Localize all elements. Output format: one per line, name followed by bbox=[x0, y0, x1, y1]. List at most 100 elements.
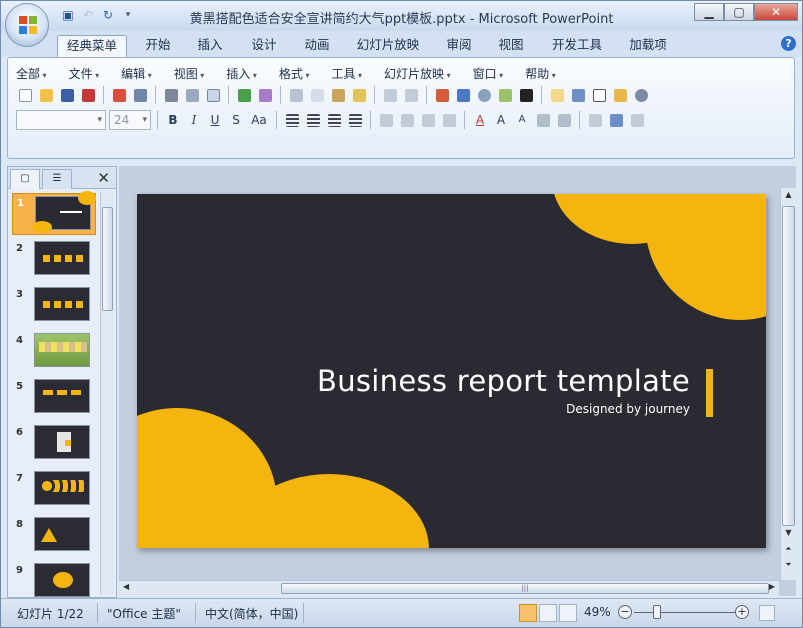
maximize-button[interactable]: ▢ bbox=[724, 3, 754, 21]
next-slide-icon[interactable]: ⏷ bbox=[782, 560, 795, 574]
zoom-out-icon[interactable]: − bbox=[618, 605, 632, 619]
font-size-combo[interactable]: 24 bbox=[109, 110, 151, 130]
slide-thumbnail-9[interactable]: 9 bbox=[12, 561, 96, 597]
menu-file[interactable]: 文件 bbox=[69, 65, 100, 82]
tab-home[interactable]: 开始 bbox=[139, 35, 177, 57]
slide-thumbnail-4[interactable]: 4 bbox=[12, 331, 96, 373]
menu-all[interactable]: 全部 bbox=[16, 65, 47, 82]
layout-icon[interactable] bbox=[569, 86, 587, 104]
slide-title[interactable]: Business report template bbox=[317, 364, 690, 398]
close-button[interactable]: ✕ bbox=[754, 3, 798, 21]
scroll-down-icon[interactable]: ▼ bbox=[782, 528, 795, 542]
previous-slide-icon[interactable]: ⏶ bbox=[782, 544, 795, 558]
attach-icon[interactable] bbox=[131, 86, 149, 104]
tab-animation[interactable]: 动画 bbox=[298, 35, 336, 57]
save-as-pdf-icon[interactable] bbox=[79, 86, 97, 104]
zoom-slider-handle[interactable] bbox=[653, 605, 661, 619]
cut-icon[interactable] bbox=[287, 86, 305, 104]
tab-review[interactable]: 审阅 bbox=[440, 35, 478, 57]
slide-thumbnail-1[interactable]: 1 bbox=[12, 191, 96, 235]
save-icon[interactable] bbox=[58, 86, 76, 104]
research-icon[interactable] bbox=[256, 86, 274, 104]
tab-addins[interactable]: 加载项 bbox=[623, 35, 673, 57]
italic-button[interactable]: I bbox=[185, 111, 203, 129]
font-color-button[interactable]: A bbox=[471, 111, 489, 129]
menu-tools[interactable]: 工具 bbox=[331, 65, 362, 82]
chart-icon[interactable] bbox=[433, 86, 451, 104]
justify-icon[interactable] bbox=[346, 111, 364, 129]
slide-thumbnail-8[interactable]: 8 bbox=[12, 515, 96, 557]
shapes-icon[interactable] bbox=[607, 111, 625, 129]
menu-insert[interactable]: 插入 bbox=[226, 65, 257, 82]
format-painter-icon[interactable] bbox=[350, 86, 368, 104]
numbering-icon[interactable] bbox=[419, 111, 437, 129]
new-slide-icon[interactable] bbox=[548, 86, 566, 104]
menu-format[interactable]: 格式 bbox=[279, 65, 310, 82]
slide-horizontal-scrollbar[interactable]: ◀ ||| ▶ bbox=[119, 580, 779, 596]
zoom-level[interactable]: 49% bbox=[584, 605, 611, 619]
align-left-icon[interactable] bbox=[283, 111, 301, 129]
find-icon[interactable] bbox=[632, 86, 650, 104]
scroll-left-icon[interactable]: ◀ bbox=[123, 582, 129, 591]
undo-icon[interactable] bbox=[381, 86, 399, 104]
slide-icon[interactable] bbox=[204, 86, 222, 104]
outline-tab[interactable]: ☰ bbox=[42, 169, 72, 189]
scrollbar-thumb[interactable]: ||| bbox=[281, 583, 769, 594]
align-center-icon[interactable] bbox=[304, 111, 322, 129]
folder-icon[interactable] bbox=[611, 86, 629, 104]
slideshow-button[interactable] bbox=[559, 604, 577, 622]
copy-icon[interactable] bbox=[308, 86, 326, 104]
slide-sorter-button[interactable] bbox=[539, 604, 557, 622]
spelling-icon[interactable] bbox=[235, 86, 253, 104]
hyperlink-icon[interactable] bbox=[475, 86, 493, 104]
slide-thumbnail-2[interactable]: 2 bbox=[12, 239, 96, 281]
slide-thumbnail-3[interactable]: 3 bbox=[12, 285, 96, 327]
decrease-indent-icon[interactable] bbox=[534, 111, 552, 129]
current-slide[interactable]: Business report template Designed by jou… bbox=[137, 194, 766, 548]
paste-icon[interactable] bbox=[329, 86, 347, 104]
slide-thumbnail-7[interactable]: 7 bbox=[12, 469, 96, 511]
print-icon[interactable] bbox=[162, 86, 180, 104]
scrollbar-thumb[interactable] bbox=[782, 206, 795, 526]
slide-vertical-scrollbar[interactable]: ▲ ▼ ⏶ ⏷ bbox=[780, 188, 796, 580]
open-icon[interactable] bbox=[37, 86, 55, 104]
menu-slideshow[interactable]: 幻灯片放映 bbox=[384, 65, 451, 82]
menu-window[interactable]: 窗口 bbox=[473, 65, 504, 82]
scroll-right-icon[interactable]: ▶ bbox=[769, 582, 775, 591]
textbox-icon[interactable] bbox=[590, 86, 608, 104]
color-grayscale-icon[interactable] bbox=[517, 86, 535, 104]
menu-edit[interactable]: 编辑 bbox=[121, 65, 152, 82]
tab-design[interactable]: 设计 bbox=[245, 35, 283, 57]
slide-subtitle[interactable]: Designed by journey bbox=[566, 402, 690, 416]
scrollbar-thumb[interactable] bbox=[102, 207, 113, 311]
zoom-in-icon[interactable]: + bbox=[735, 605, 749, 619]
minimize-button[interactable]: ▁ bbox=[694, 3, 724, 21]
permission-icon[interactable] bbox=[110, 86, 128, 104]
scroll-up-icon[interactable]: ▲ bbox=[782, 190, 795, 204]
redo-icon[interactable] bbox=[402, 86, 420, 104]
bullets-icon[interactable] bbox=[440, 111, 458, 129]
increase-indent-icon[interactable] bbox=[555, 111, 573, 129]
shrink-font-button[interactable]: A bbox=[513, 111, 531, 129]
tab-slideshow[interactable]: 幻灯片放映 bbox=[352, 35, 424, 57]
slides-tab[interactable]: ▢ bbox=[10, 169, 40, 189]
zoom-slider-track[interactable] bbox=[634, 612, 742, 613]
fit-to-window-icon[interactable] bbox=[759, 605, 775, 621]
menu-help[interactable]: 帮助 bbox=[525, 65, 556, 82]
tab-classic-menu[interactable]: 经典菜单 bbox=[57, 35, 127, 57]
menu-view[interactable]: 视图 bbox=[174, 65, 205, 82]
change-case-button[interactable]: Aa bbox=[248, 111, 270, 129]
slide-thumbnail-5[interactable]: 5 bbox=[12, 377, 96, 419]
thumbnails-scrollbar[interactable] bbox=[100, 191, 114, 595]
slide-thumbnail-6[interactable]: 6 bbox=[12, 423, 96, 465]
shadow-button[interactable]: S bbox=[227, 111, 245, 129]
tab-developer[interactable]: 开发工具 bbox=[546, 35, 608, 57]
arrange-icon[interactable] bbox=[586, 111, 604, 129]
tab-insert[interactable]: 插入 bbox=[191, 35, 229, 57]
close-pane-icon[interactable]: ✕ bbox=[97, 169, 110, 187]
print-preview-icon[interactable] bbox=[183, 86, 201, 104]
columns-icon[interactable] bbox=[377, 111, 395, 129]
font-name-combo[interactable] bbox=[16, 110, 106, 130]
line-spacing-icon[interactable] bbox=[398, 111, 416, 129]
new-icon[interactable] bbox=[16, 86, 34, 104]
